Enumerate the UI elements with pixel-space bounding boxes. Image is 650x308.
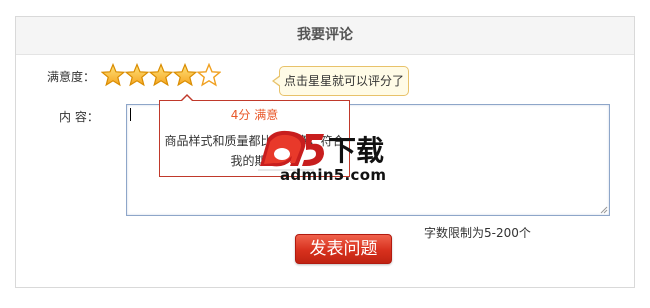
star-icon[interactable]: [197, 63, 221, 87]
resize-grip-icon[interactable]: [600, 206, 608, 214]
content-label: 内 容：: [59, 110, 99, 124]
rating-hint-text: 点击星星就可以评分了: [283, 74, 404, 88]
text-cursor: [130, 108, 131, 121]
star-icon[interactable]: [149, 63, 173, 87]
a5-watermark-logo: 下载 admin5.com: [254, 120, 404, 186]
watermark-domain: admin5.com: [280, 166, 387, 184]
char-limit-text: 字数限制为5-200个: [424, 226, 531, 240]
rating-hint-tooltip: 点击星星就可以评分了: [272, 66, 409, 96]
star-icon[interactable]: [125, 63, 149, 87]
watermark-logo-text: 下载: [328, 134, 384, 167]
panel-title: 我要评论: [16, 17, 634, 55]
star-icon[interactable]: [173, 63, 197, 87]
star-icon[interactable]: [101, 63, 125, 87]
submit-button[interactable]: 发表问题: [295, 234, 392, 264]
satisfaction-label: 满意度：: [47, 70, 96, 84]
